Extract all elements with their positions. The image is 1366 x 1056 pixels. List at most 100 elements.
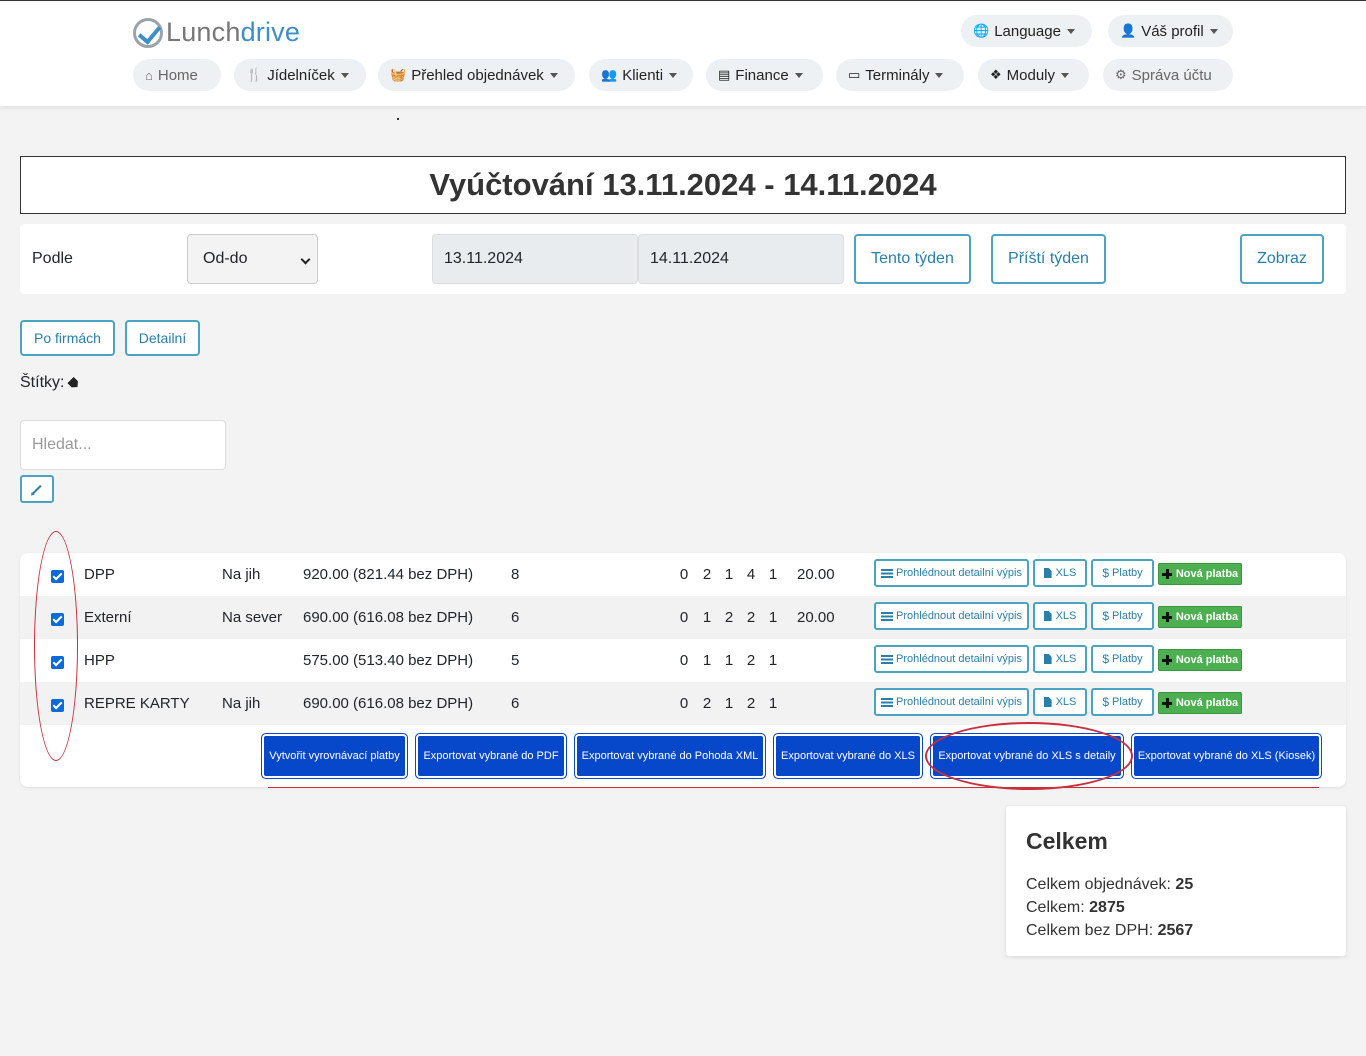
chevron-down-icon xyxy=(1066,28,1075,34)
plus-icon xyxy=(1161,655,1172,665)
export-pohoda-button[interactable]: Exportovat vybrané do Pohoda XML xyxy=(577,736,763,776)
annotation-ellipse-checkboxes xyxy=(34,531,78,761)
stray-dot xyxy=(397,118,399,120)
day-count: 1 xyxy=(702,609,712,626)
terminal-icon: ▭ xyxy=(848,67,861,82)
totals-card: Celkem Celkem objednávek: 25 Celkem: 287… xyxy=(1006,806,1346,956)
nav-terminaly[interactable]: ▭ Terminály xyxy=(836,59,964,91)
nav-home[interactable]: ⌂ Home xyxy=(133,59,221,91)
company-name: HPP xyxy=(84,652,115,669)
billing-table: DPP Na jih 920.00 (821.44 bez DPH) 8 0 2 1 4 1 20… xyxy=(20,553,1346,788)
order-count: 5 xyxy=(511,652,520,669)
company-name: REPRE KARTY xyxy=(84,695,190,712)
by-company-button[interactable]: Po firmách xyxy=(20,320,115,356)
plus-icon xyxy=(1161,612,1172,622)
utensils-icon: 🍴 xyxy=(246,67,263,82)
logo-text: Lunchdrive xyxy=(166,17,301,47)
cash-register-icon: ▤ xyxy=(718,67,731,82)
nav-jidelnicek[interactable]: 🍴 Jídelníček xyxy=(234,59,366,91)
day-count: 2 xyxy=(746,609,756,626)
totals-heading: Celkem xyxy=(1026,828,1108,854)
day-count: 1 xyxy=(768,652,778,669)
chevron-down-icon xyxy=(1209,28,1218,34)
detail-statement-button[interactable]: Prohlédnout detailní výpis xyxy=(874,688,1029,716)
red-underline xyxy=(268,787,1319,788)
day-count: 0 xyxy=(679,566,689,583)
table-row: REPRE KARTY Na jih 690.00 (616.08 bez DPH)… xyxy=(20,682,1346,725)
list-icon xyxy=(881,654,894,664)
new-payment-button[interactable]: Nová platba xyxy=(1158,606,1242,628)
date-to-input[interactable]: 14.11.2024 xyxy=(638,234,844,284)
row-xls-button[interactable]: XLS xyxy=(1033,645,1087,673)
pencil-icon xyxy=(32,484,42,494)
nav-finance[interactable]: ▤ Finance xyxy=(706,59,823,91)
nav-prehled-objednavek[interactable]: 🧺 Přehled objednávek xyxy=(378,59,575,91)
detail-statement-button[interactable]: Prohlédnout detailní výpis xyxy=(874,602,1029,630)
chevron-down-icon xyxy=(300,254,311,265)
amount: 690.00 (616.08 bez DPH) xyxy=(303,695,474,712)
edit-button[interactable] xyxy=(20,475,54,503)
day-count: 2 xyxy=(702,566,712,583)
order-count: 8 xyxy=(511,566,520,583)
equalize-payments-button[interactable]: Vytvořit vyrovnávací platby xyxy=(264,736,405,776)
new-payment-button[interactable]: Nová platba xyxy=(1158,692,1242,714)
payments-button[interactable]: $ Platby xyxy=(1091,559,1154,587)
payments-button[interactable]: $ Platby xyxy=(1091,602,1154,630)
day-count: 1 xyxy=(768,609,778,626)
detailed-button[interactable]: Detailní xyxy=(125,320,200,356)
day-count: 1 xyxy=(724,652,734,669)
date-from-input[interactable]: 13.11.2024 xyxy=(432,234,638,284)
top-header: Lunchdrive 🌐 Language 👤 Váš profil ⌂ Hom… xyxy=(0,0,1366,106)
chevron-down-icon xyxy=(1061,72,1070,78)
podle-label: Podle xyxy=(32,250,73,267)
day-count: 2 xyxy=(746,695,756,712)
new-payment-button[interactable]: Nová platba xyxy=(1158,649,1242,671)
language-dropdown[interactable]: 🌐 Language xyxy=(961,15,1092,47)
annotation-ellipse-export-button xyxy=(925,722,1133,790)
file-icon xyxy=(1043,697,1052,707)
lunchdrive-logo[interactable]: Lunchdrive xyxy=(133,17,300,48)
tags-filter[interactable]: Štítky: xyxy=(20,374,79,392)
next-week-button[interactable]: Příští týden xyxy=(991,234,1106,284)
new-payment-button[interactable]: Nová platba xyxy=(1158,563,1242,585)
this-week-button[interactable]: Tento týden xyxy=(854,234,971,284)
list-icon xyxy=(881,697,894,707)
day-count: 1 xyxy=(724,695,734,712)
row-xls-button[interactable]: XLS xyxy=(1033,688,1087,716)
direction: Na sever xyxy=(222,609,283,626)
mode-select[interactable]: Od-do xyxy=(187,234,318,284)
row-xls-button[interactable]: XLS xyxy=(1033,559,1087,587)
payments-button[interactable]: $ Platby xyxy=(1091,645,1154,673)
tag-icon xyxy=(68,376,81,389)
basket-icon: 🧺 xyxy=(390,67,407,82)
day-count: 1 xyxy=(768,695,778,712)
payments-button[interactable]: $ Platby xyxy=(1091,688,1154,716)
list-icon xyxy=(881,611,894,621)
detail-statement-button[interactable]: Prohlédnout detailní výpis xyxy=(874,559,1029,587)
search-input[interactable]: Hledat... xyxy=(20,420,226,470)
day-count: 1 xyxy=(702,652,712,669)
page-title: Vyúčtování 13.11.2024 - 14.11.2024 xyxy=(20,156,1346,214)
company-name: DPP xyxy=(84,566,115,583)
detail-statement-button[interactable]: Prohlédnout detailní výpis xyxy=(874,645,1029,673)
day-count: 2 xyxy=(702,695,712,712)
chevron-down-icon xyxy=(549,72,558,78)
nav-sprava-uctu[interactable]: ⚙ Správa účtu xyxy=(1103,59,1233,91)
amount: 920.00 (821.44 bez DPH) xyxy=(303,566,474,583)
chevron-down-icon xyxy=(935,72,944,78)
export-xls-button[interactable]: Exportovat vybrané do XLS xyxy=(776,736,920,776)
file-icon xyxy=(1043,568,1052,578)
net-total-line: Celkem bez DPH: 2567 xyxy=(1026,922,1194,939)
list-icon xyxy=(881,568,894,578)
export-xls-kiosek-button[interactable]: Exportovat vybrané do XLS (Kiosek) xyxy=(1134,736,1319,776)
cubes-icon: ❖ xyxy=(990,67,1002,82)
show-button[interactable]: Zobraz xyxy=(1240,234,1324,284)
export-pdf-button[interactable]: Exportovat vybrané do PDF xyxy=(418,736,564,776)
row-xls-button[interactable]: XLS xyxy=(1033,602,1087,630)
profile-dropdown[interactable]: 👤 Váš profil xyxy=(1108,15,1233,47)
amount: 690.00 (616.08 bez DPH) xyxy=(303,609,474,626)
nav-moduly[interactable]: ❖ Moduly xyxy=(978,59,1089,91)
table-row: HPP 575.00 (513.40 bez DPH) 5 0 1 1 2 1 Prohlédn… xyxy=(20,639,1346,682)
globe-icon: 🌐 xyxy=(973,23,990,38)
nav-klienti[interactable]: 👥 Klienti xyxy=(589,59,693,91)
